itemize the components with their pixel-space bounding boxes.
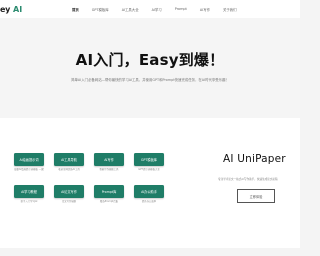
hero-subtitle: 简单AI入门必备网站—帮你最快的学习AI工具，并使用GPT和Prompt快速完成… [71, 78, 229, 82]
top-header: ey AI 首页 GPT模板库 AI工具大全 AI学习 Prompt AI写作 … [0, 0, 300, 18]
features-section: AI绘画提示词 海量AI绘画提示词模板 一键复制 AI工具导航 收录全网优质AI… [0, 118, 300, 248]
nav-item-home[interactable]: 首页 [72, 7, 79, 12]
feature-button[interactable]: AI绘画提示词 [14, 153, 44, 166]
logo-accent: AI [13, 4, 23, 14]
feature-desc: 精选Prompt合集 [99, 200, 119, 204]
feature-desc: 提升办公效率 [141, 200, 157, 204]
nav-item-about[interactable]: 关于我们 [223, 7, 237, 12]
feature-button[interactable]: Prompt库 [94, 185, 124, 199]
feature-card: Prompt库 精选Prompt合集 [94, 185, 124, 203]
nav-item-prompt[interactable]: Prompt [175, 7, 187, 11]
footer-strip [0, 248, 300, 256]
site-logo[interactable]: ey AI [0, 3, 22, 15]
feature-desc: 收录全网优质AI工具 [58, 168, 80, 171]
logo-text: ey [0, 4, 11, 14]
feature-card: AI办公助手 提升办公效率 [134, 185, 164, 203]
feature-card: GPT模板库 GPT提示词模板大全 [134, 153, 164, 171]
feature-button[interactable]: GPT模板库 [134, 153, 164, 166]
feature-button[interactable]: AI工具导航 [54, 153, 84, 166]
feature-button[interactable]: AI论文写作 [54, 185, 84, 199]
feature-desc: 新手入门学习AI [20, 200, 38, 204]
brand-panel: AI UniPaper 专注学术论文一站式AI写作助手，快速生成论文初稿 立即体… [210, 153, 300, 203]
feature-card: AI工具导航 收录全网优质AI工具 [54, 153, 84, 171]
feature-card: AI绘画提示词 海量AI绘画提示词模板 一键复制 [14, 153, 44, 171]
feature-grid: AI绘画提示词 海量AI绘画提示词模板 一键复制 AI工具导航 收录全网优质AI… [14, 153, 164, 203]
brand-title: AI UniPaper [223, 153, 286, 165]
brand-cta-button[interactable]: 立即体验 [237, 189, 275, 203]
feature-card: AI论文写作 论文写作辅助 [54, 185, 84, 203]
feature-button[interactable]: AI办公助手 [134, 185, 164, 199]
feature-desc: GPT提示词模板大全 [138, 168, 160, 171]
hero-title: AI入门，Easy到爆！ [75, 51, 225, 69]
feature-desc: 论文写作辅助 [61, 200, 77, 204]
hero-section: AI入门，Easy到爆！ 简单AI入门必备网站—帮你最快的学习AI工具，并使用G… [0, 18, 300, 118]
feature-desc: 智能写作辅助工具 [99, 168, 119, 171]
feature-button[interactable]: AI写作 [94, 153, 124, 166]
nav-item-ai-writing[interactable]: AI写作 [200, 7, 210, 12]
nav-item-ai-tools[interactable]: AI工具大全 [122, 7, 139, 12]
main-nav: 首页 GPT模板库 AI工具大全 AI学习 Prompt AI写作 关于我们 [72, 0, 250, 18]
feature-desc: 海量AI绘画提示词模板 一键复制 [14, 168, 44, 171]
nav-item-gpt-templates[interactable]: GPT模板库 [92, 7, 109, 12]
nav-item-ai-learning[interactable]: AI学习 [152, 7, 162, 12]
feature-card: AI写作 智能写作辅助工具 [94, 153, 124, 171]
feature-card: AI学习教程 新手入门学习AI [14, 185, 44, 203]
brand-description: 专注学术论文一站式AI写作助手，快速生成论文初稿 [218, 178, 278, 181]
feature-button[interactable]: AI学习教程 [14, 185, 44, 199]
